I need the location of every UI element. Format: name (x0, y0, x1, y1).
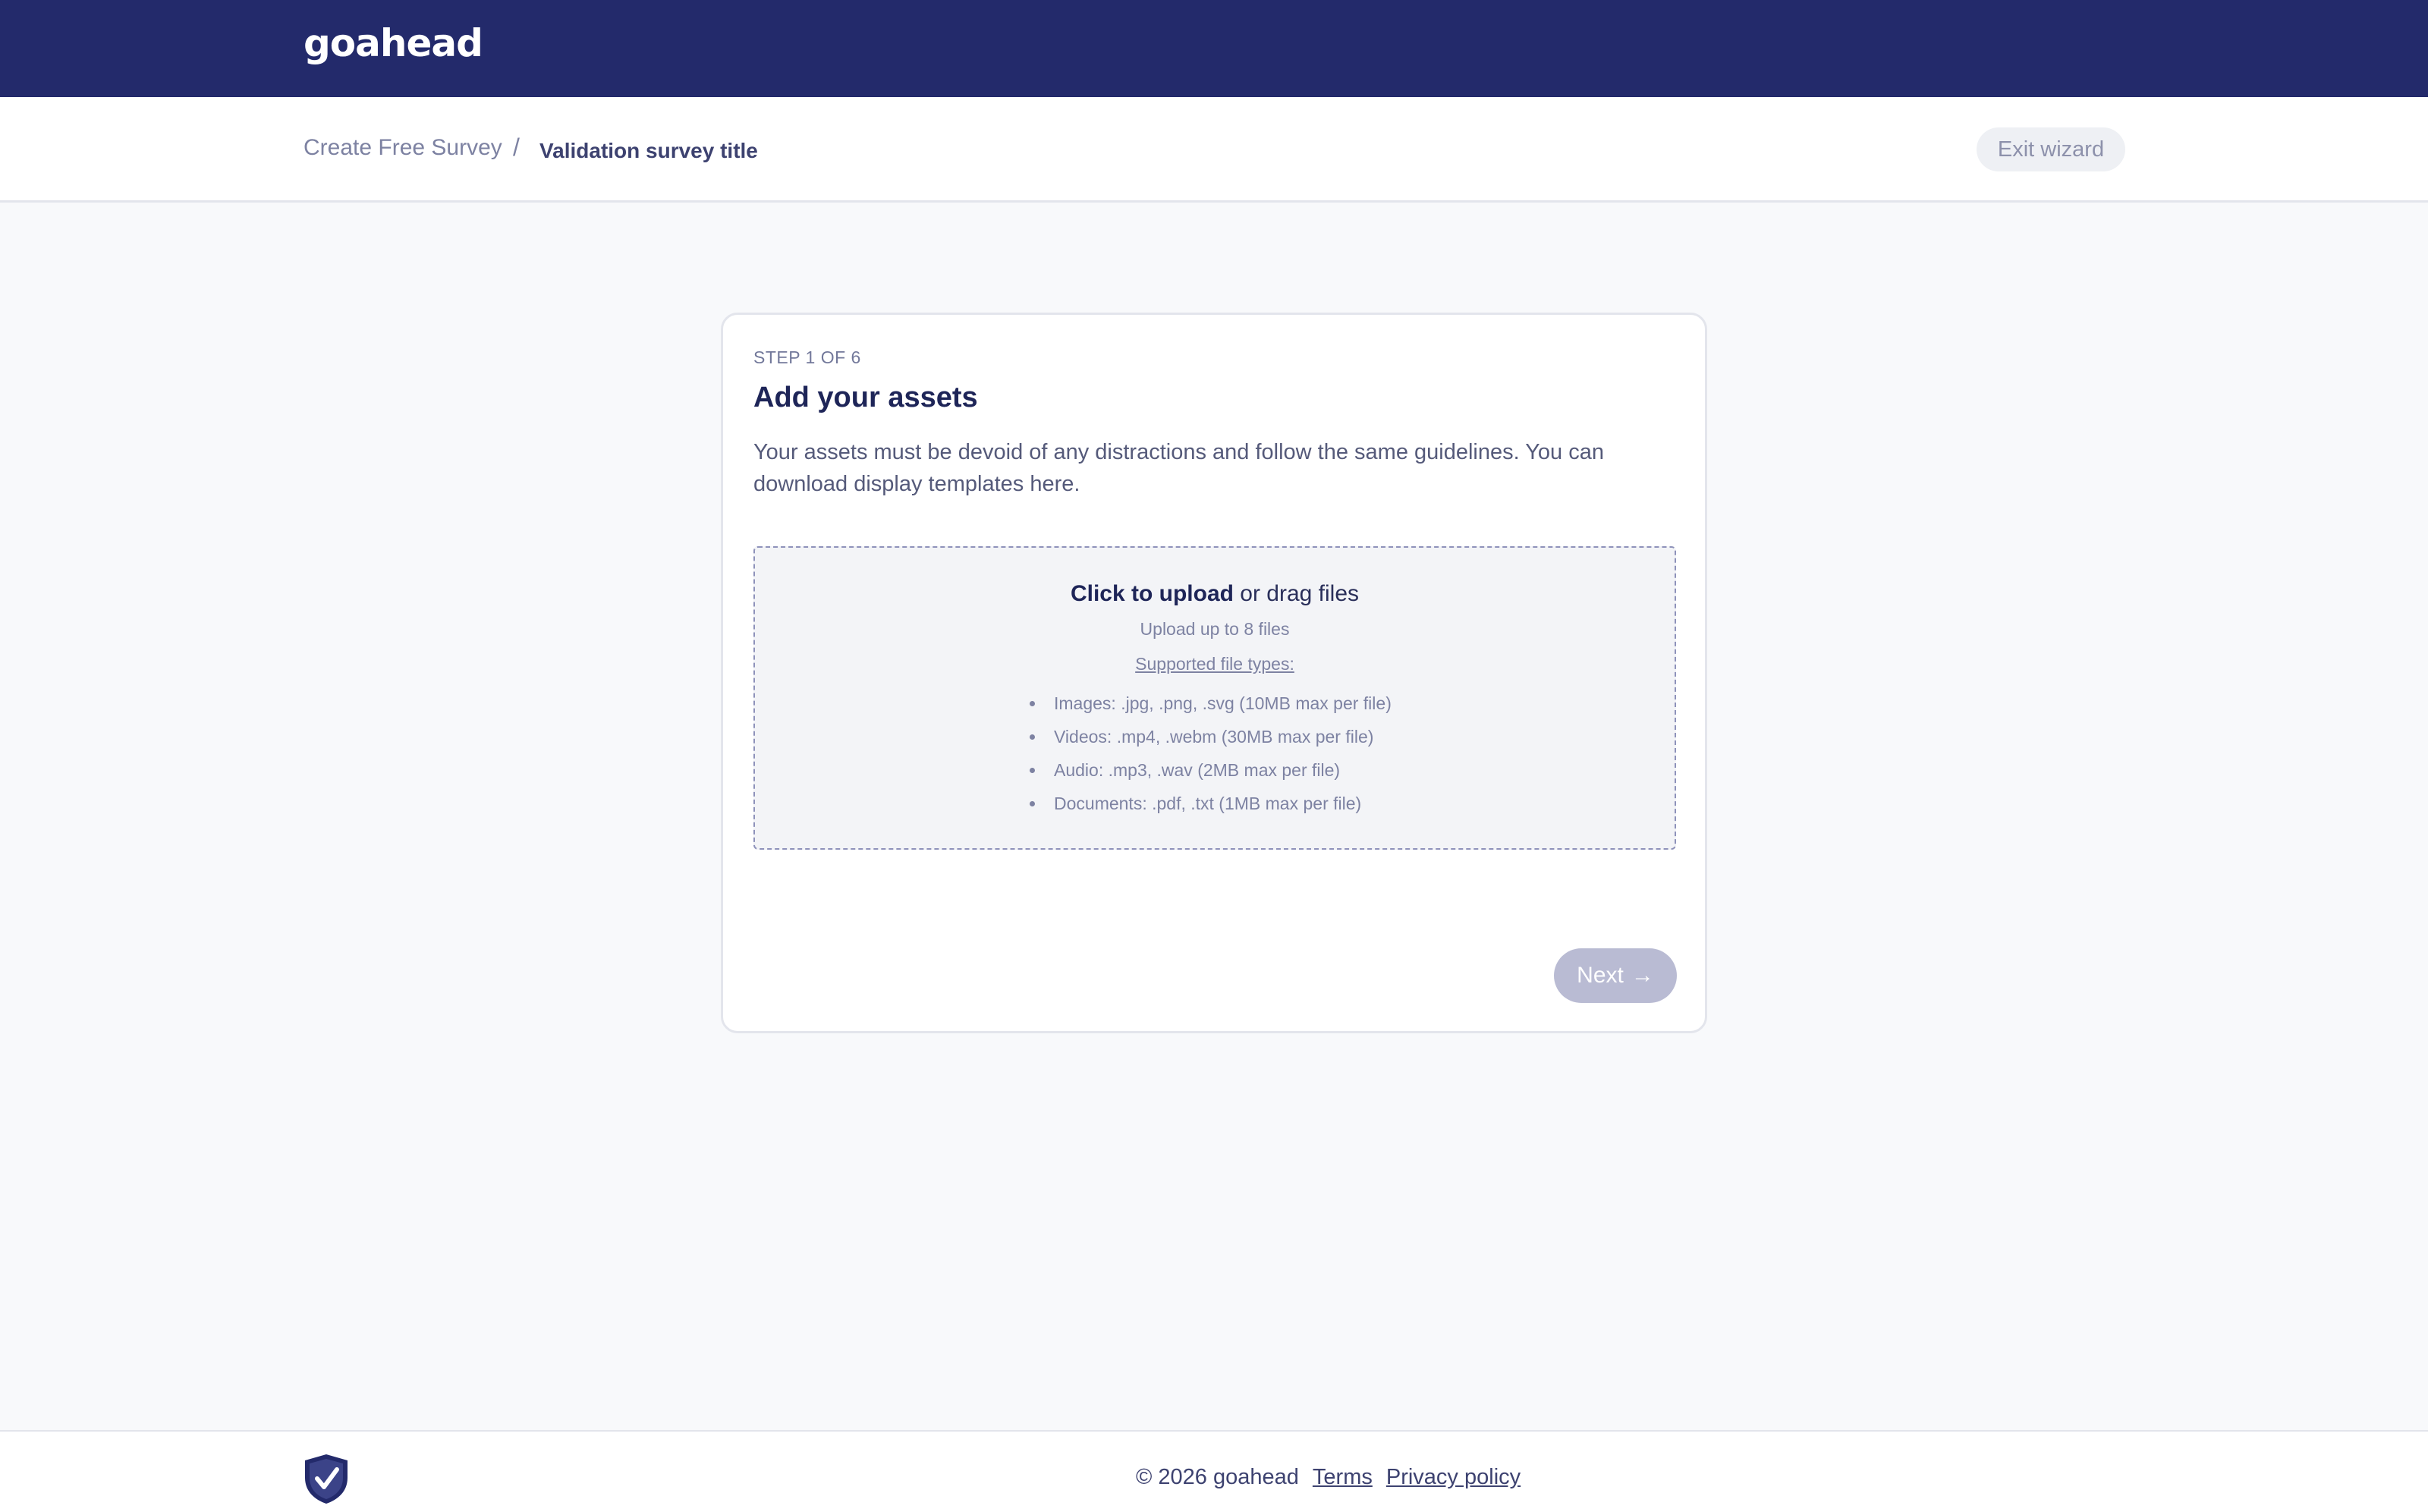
copyright-text: © 2026 goahead (1136, 1465, 1299, 1489)
breadcrumb-create-free-survey[interactable]: Create Free Survey (304, 135, 502, 161)
supported-file-types-list: Images: .jpg, .png, .svg (10MB max per f… (1028, 687, 1392, 820)
next-button[interactable]: Next → (1554, 948, 1677, 1003)
goahead-logo[interactable]: goahead (304, 21, 483, 65)
shield-check-icon (305, 1454, 348, 1504)
privacy-policy-link[interactable]: Privacy policy (1386, 1465, 1521, 1490)
arrow-right-icon: → (1631, 963, 1654, 988)
click-to-upload-link[interactable]: Click to upload (1071, 581, 1234, 606)
file-type-audio: Audio: .mp3, .wav (2MB max per file) (1028, 753, 1392, 787)
file-type-documents: Documents: .pdf, .txt (1MB max per file) (1028, 787, 1392, 820)
footer-links: © 2026 goahead Terms Privacy policy (1136, 1465, 1521, 1490)
upload-prompt: Click to upload or drag files (755, 581, 1675, 607)
file-type-images: Images: .jpg, .png, .svg (10MB max per f… (1028, 687, 1392, 720)
wizard-step-card: STEP 1 OF 6 Add your assets Your assets … (721, 313, 1707, 1033)
upload-limit-text: Upload up to 8 files (1140, 619, 1290, 639)
file-upload-dropzone[interactable]: Click to upload or drag files Upload up … (753, 546, 1676, 850)
drag-files-text: or drag files (1240, 581, 1360, 606)
supported-file-types-heading: Supported file types: (1135, 654, 1294, 674)
step-description: Your assets must be devoid of any distra… (753, 440, 1604, 496)
top-navigation-bar: goahead (0, 0, 2428, 97)
next-button-label: Next (1577, 963, 1624, 988)
breadcrumb-separator: / (513, 134, 520, 161)
step-title: Add your assets (753, 382, 978, 413)
breadcrumb-current-survey-title: Validation survey title (539, 139, 758, 162)
page-footer: © 2026 goahead Terms Privacy policy (0, 1430, 2428, 1512)
terms-link[interactable]: Terms (1313, 1465, 1373, 1490)
wizard-header: Create Free Survey / Validation survey t… (0, 97, 2428, 203)
file-type-videos: Videos: .mp4, .webm (30MB max per file) (1028, 720, 1392, 753)
exit-wizard-button[interactable]: Exit wizard (1977, 127, 2125, 171)
step-indicator: STEP 1 OF 6 (753, 347, 861, 367)
